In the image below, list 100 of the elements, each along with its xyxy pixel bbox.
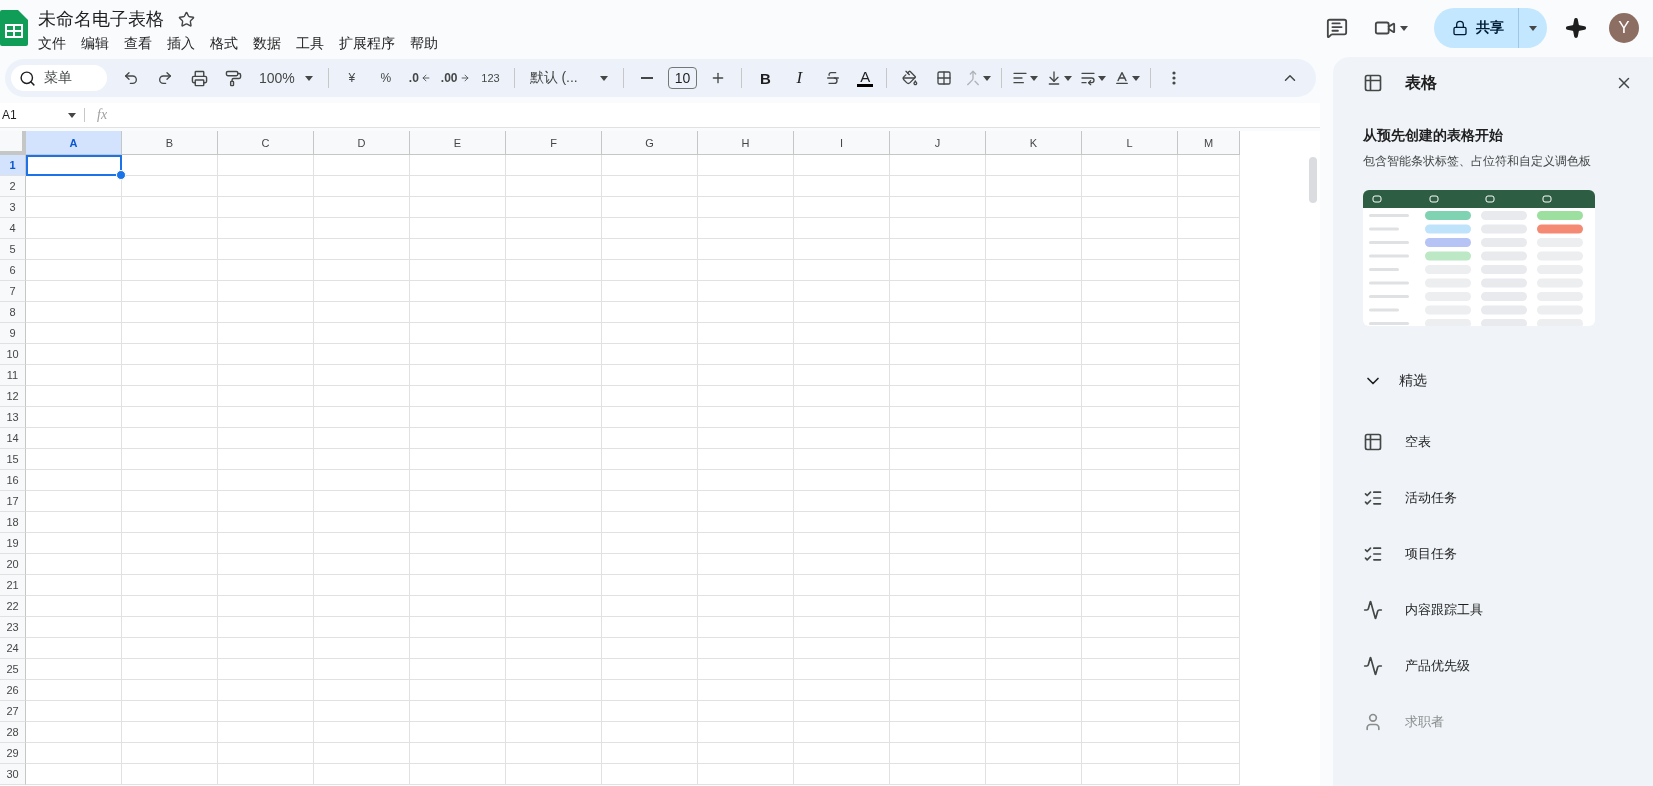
grid-cell[interactable]	[410, 764, 506, 785]
grid-cell[interactable]	[602, 617, 698, 638]
grid-cell[interactable]	[410, 533, 506, 554]
grid-cell[interactable]	[410, 218, 506, 239]
row-header[interactable]: 12	[0, 386, 26, 407]
grid-cell[interactable]	[1178, 617, 1240, 638]
grid-cell[interactable]	[986, 533, 1082, 554]
grid-cell[interactable]	[1178, 701, 1240, 722]
grid-cell[interactable]	[986, 470, 1082, 491]
grid-cell[interactable]	[506, 449, 602, 470]
grid-cell[interactable]	[698, 218, 794, 239]
grid-cell[interactable]	[986, 491, 1082, 512]
column-header[interactable]: J	[890, 131, 986, 155]
column-header[interactable]: G	[602, 131, 698, 155]
font-dropdown[interactable]: 默认 (...	[521, 64, 616, 92]
grid-cell[interactable]	[26, 281, 122, 302]
grid-cell[interactable]	[890, 428, 986, 449]
grid-cell[interactable]	[890, 218, 986, 239]
grid-cell[interactable]	[602, 176, 698, 197]
grid-cell[interactable]	[1178, 218, 1240, 239]
grid-cell[interactable]	[218, 449, 314, 470]
select-all-corner[interactable]	[0, 131, 26, 155]
grid-cell[interactable]	[794, 554, 890, 575]
grid-cell[interactable]	[314, 596, 410, 617]
grid-cell[interactable]	[314, 638, 410, 659]
grid-cell[interactable]	[890, 302, 986, 323]
grid-cell[interactable]	[506, 491, 602, 512]
grid-cell[interactable]	[1082, 449, 1178, 470]
grid-cell[interactable]	[410, 344, 506, 365]
grid-cell[interactable]	[506, 260, 602, 281]
grid-cell[interactable]	[698, 176, 794, 197]
grid-cell[interactable]	[506, 659, 602, 680]
grid-cell[interactable]	[410, 449, 506, 470]
grid-cell[interactable]	[26, 491, 122, 512]
grid-cell[interactable]	[890, 743, 986, 764]
grid-cell[interactable]	[122, 281, 218, 302]
grid-cell[interactable]	[122, 218, 218, 239]
grid-cell[interactable]	[122, 407, 218, 428]
grid-cell[interactable]	[410, 176, 506, 197]
grid-cell[interactable]	[698, 596, 794, 617]
grid-cell[interactable]	[314, 533, 410, 554]
grid-cell[interactable]	[218, 239, 314, 260]
column-header[interactable]: E	[410, 131, 506, 155]
grid-cell[interactable]	[122, 176, 218, 197]
menu-item[interactable]: 扩展程序	[339, 35, 395, 53]
grid-cell[interactable]	[218, 701, 314, 722]
grid-cell[interactable]	[122, 680, 218, 701]
grid-cell[interactable]	[122, 764, 218, 785]
grid-cell[interactable]	[506, 323, 602, 344]
grid-cell[interactable]	[1082, 155, 1178, 176]
grid-cell[interactable]	[1178, 386, 1240, 407]
grid-cell[interactable]	[1082, 428, 1178, 449]
grid-cell[interactable]	[698, 512, 794, 533]
row-header[interactable]: 13	[0, 407, 26, 428]
grid-cell[interactable]	[122, 659, 218, 680]
grid-cell[interactable]	[986, 260, 1082, 281]
grid-cell[interactable]	[794, 638, 890, 659]
grid-cell[interactable]	[794, 491, 890, 512]
grid-cell[interactable]	[314, 701, 410, 722]
grid-cell[interactable]	[218, 344, 314, 365]
grid-cell[interactable]	[986, 659, 1082, 680]
grid-cell[interactable]	[890, 407, 986, 428]
grid-cell[interactable]	[122, 512, 218, 533]
grid-cell[interactable]	[26, 344, 122, 365]
grid-cell[interactable]	[1178, 302, 1240, 323]
grid-cell[interactable]	[1178, 638, 1240, 659]
grid-cell[interactable]	[794, 764, 890, 785]
grid-cell[interactable]	[1082, 743, 1178, 764]
grid-cell[interactable]	[986, 617, 1082, 638]
grid-cell[interactable]	[602, 365, 698, 386]
row-header[interactable]: 7	[0, 281, 26, 302]
grid-cell[interactable]	[794, 197, 890, 218]
grid-cell[interactable]	[506, 281, 602, 302]
grid-cell[interactable]	[218, 554, 314, 575]
zoom-dropdown[interactable]: 100%	[251, 64, 321, 92]
grid-cell[interactable]	[794, 722, 890, 743]
grid-cell[interactable]	[1178, 239, 1240, 260]
grid-cell[interactable]	[698, 743, 794, 764]
grid-cell[interactable]	[218, 575, 314, 596]
grid-cell[interactable]	[794, 365, 890, 386]
grid-cell[interactable]	[602, 323, 698, 344]
grid-cell[interactable]	[1082, 638, 1178, 659]
row-header[interactable]: 3	[0, 197, 26, 218]
grid-cell[interactable]	[314, 386, 410, 407]
scrollbar-thumb[interactable]	[1309, 157, 1317, 203]
grid-cell[interactable]	[26, 659, 122, 680]
grid-cell[interactable]	[506, 386, 602, 407]
grid-cell[interactable]	[1082, 533, 1178, 554]
grid-cell[interactable]	[314, 260, 410, 281]
grid-cell[interactable]	[890, 386, 986, 407]
grid-cell[interactable]	[986, 407, 1082, 428]
column-header[interactable]: M	[1178, 131, 1240, 155]
grid-cell[interactable]	[986, 176, 1082, 197]
grid-cell[interactable]	[1178, 491, 1240, 512]
grid-cell[interactable]	[26, 428, 122, 449]
row-header[interactable]: 22	[0, 596, 26, 617]
grid-cell[interactable]	[1082, 680, 1178, 701]
grid-cell[interactable]	[794, 617, 890, 638]
grid-cell[interactable]	[1082, 722, 1178, 743]
grid-cell[interactable]	[410, 743, 506, 764]
